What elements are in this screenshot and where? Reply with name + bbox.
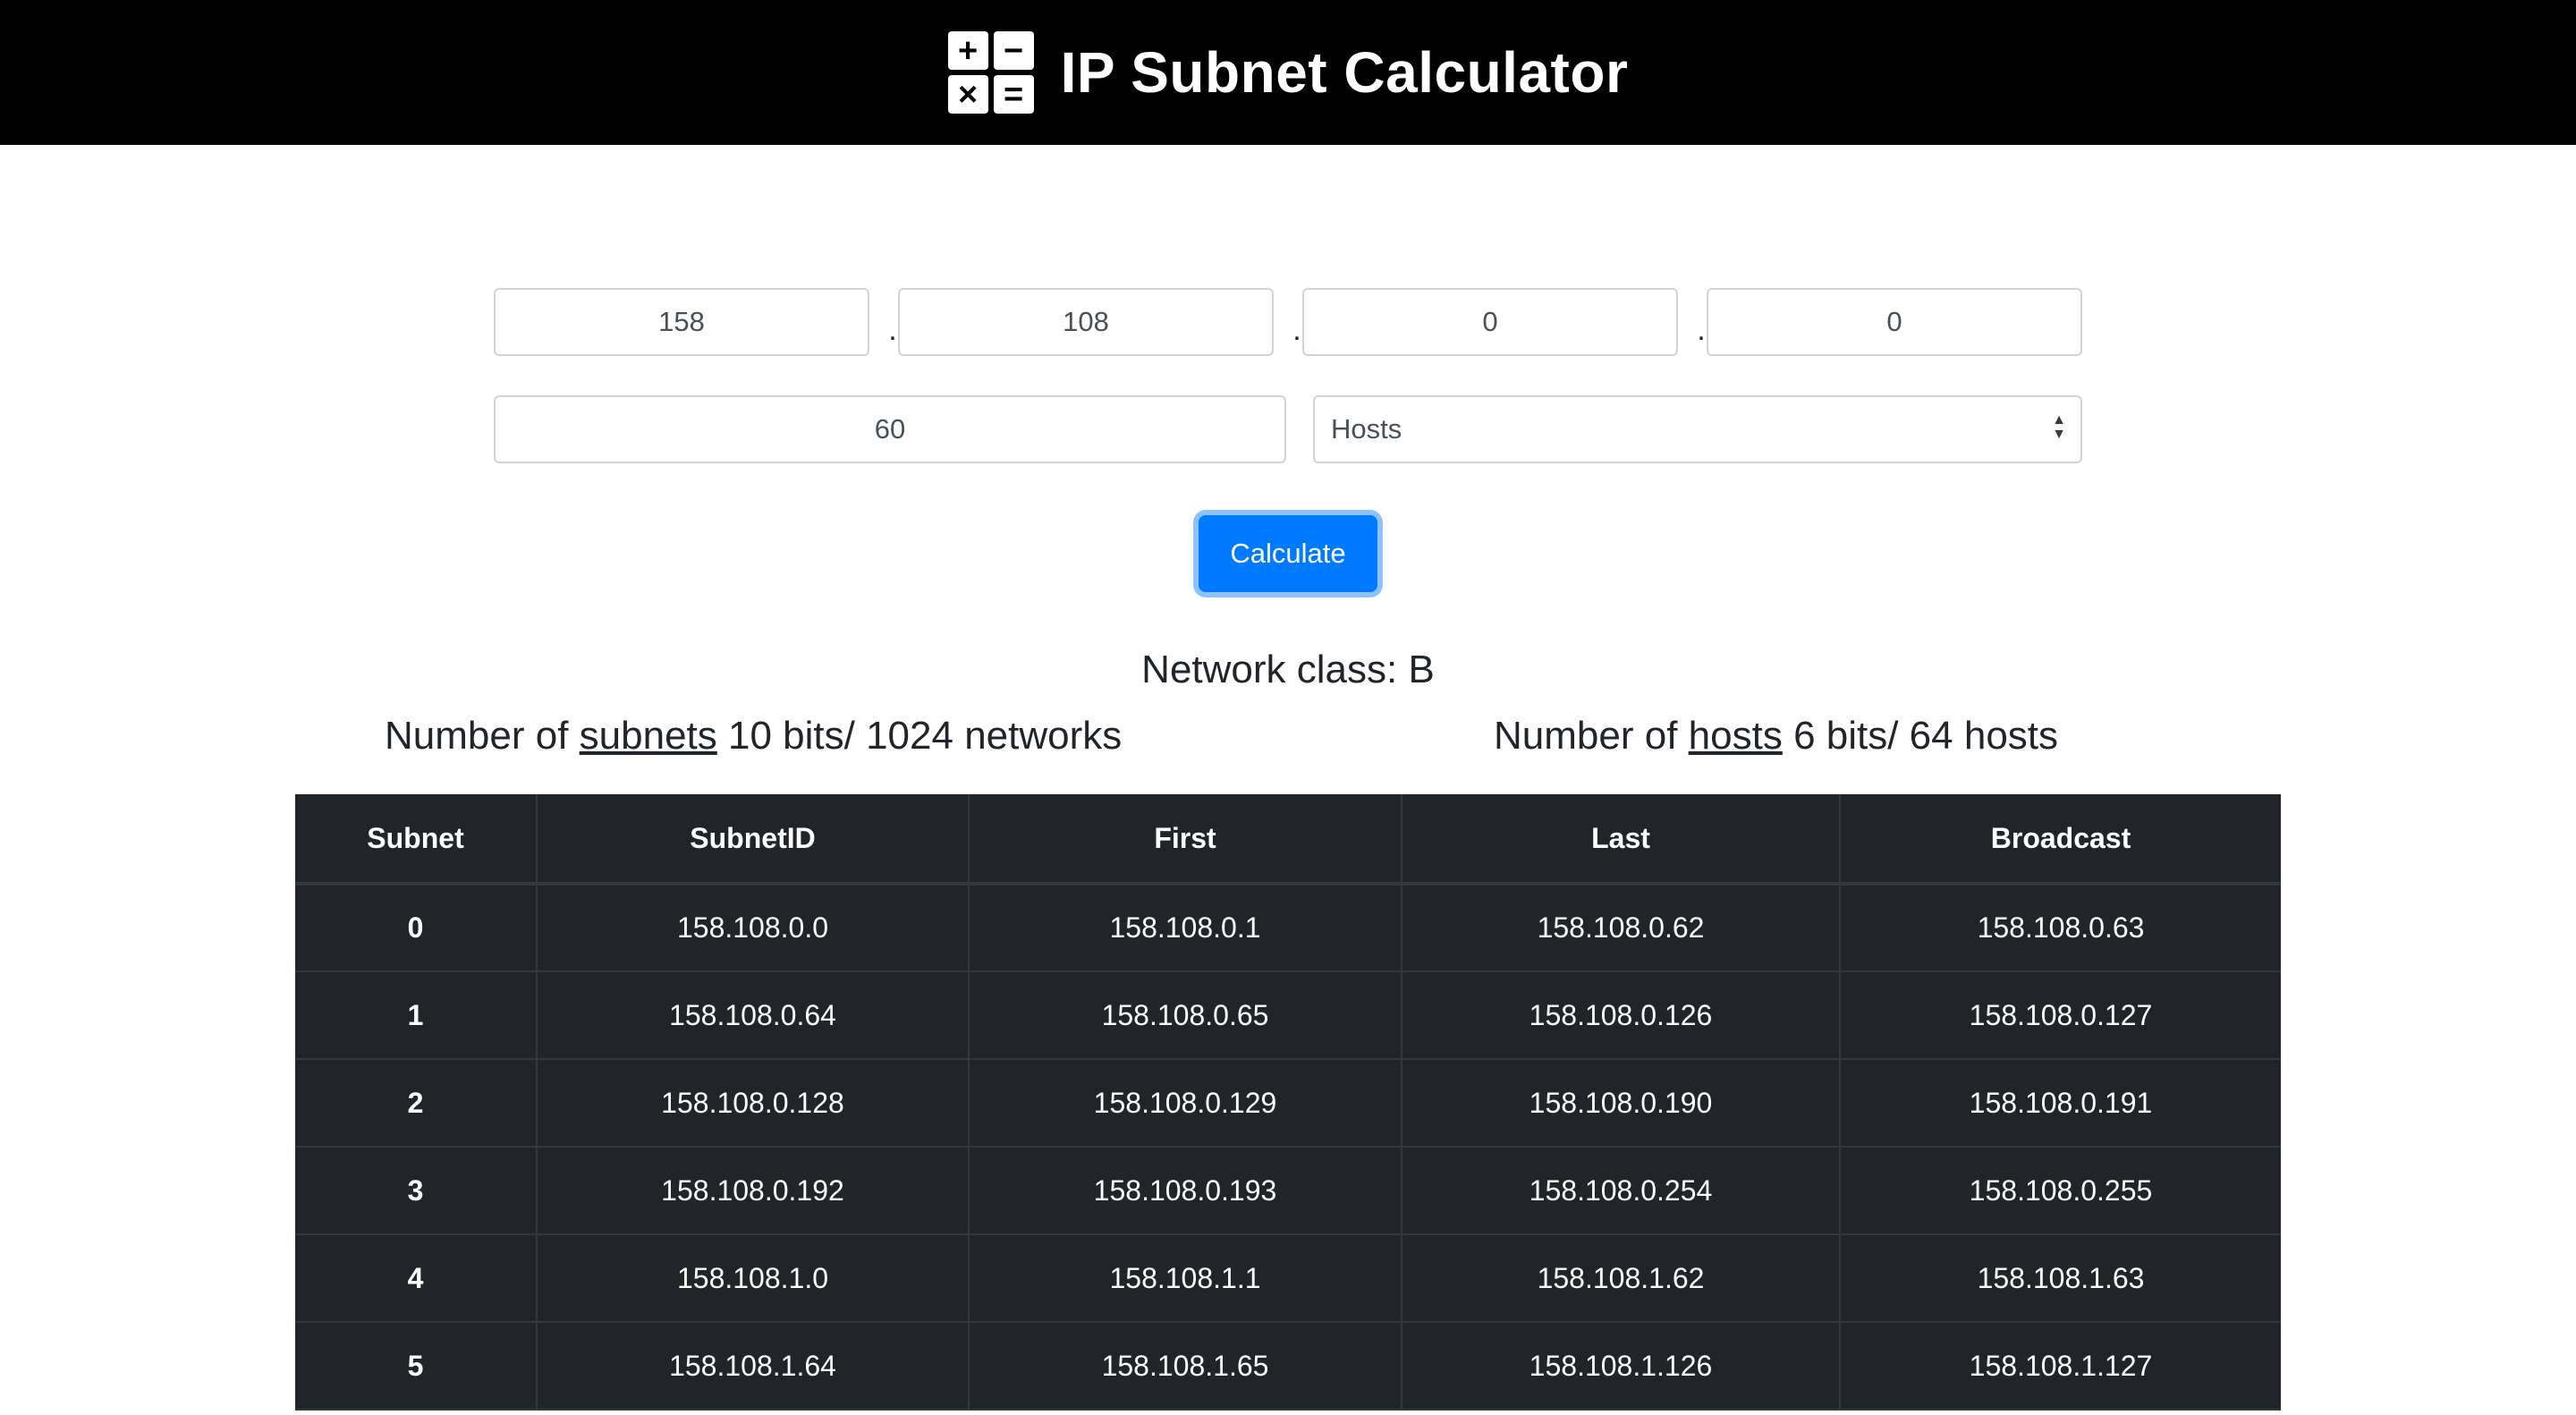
ip-octet-2-input[interactable] (898, 288, 1274, 356)
select-arrows-icon: ▲ ▼ (2052, 412, 2066, 442)
subnet-index-cell: 3 (295, 1147, 538, 1235)
ip-octet-4-input[interactable] (1707, 288, 2082, 356)
count-input[interactable] (494, 395, 1286, 463)
last-host-cell: 158.108.0.62 (1402, 884, 1841, 972)
subnet-id-cell: 158.108.0.64 (537, 971, 970, 1060)
ip-octet-3-input[interactable] (1302, 288, 1678, 356)
first-host-cell: 158.108.1.65 (969, 1322, 1402, 1411)
last-host-cell: 158.108.1.62 (1402, 1234, 1841, 1323)
subnet-index-cell: 4 (295, 1234, 538, 1323)
broadcast-cell: 158.108.0.63 (1840, 884, 2281, 972)
app-title: IP Subnet Calculator (1060, 40, 1629, 105)
hosts-link[interactable]: hosts (1689, 714, 1783, 758)
column-header-broadcast: Broadcast (1840, 794, 2281, 885)
broadcast-cell: 158.108.0.127 (1840, 971, 2281, 1060)
times-glyph: × (947, 75, 988, 114)
table-row: 4 158.108.1.0 158.108.1.1 158.108.1.62 1… (295, 1234, 2281, 1323)
subnet-index-cell: 2 (295, 1059, 538, 1148)
first-host-cell: 158.108.0.65 (969, 971, 1402, 1060)
last-host-cell: 158.108.0.190 (1402, 1059, 1841, 1148)
table-row: 2 158.108.0.128 158.108.0.129 158.108.0.… (295, 1059, 2281, 1148)
mode-select-value: Hosts (1331, 413, 1402, 445)
table-row: 3 158.108.0.192 158.108.0.193 158.108.0.… (295, 1147, 2281, 1235)
plus-glyph: + (947, 31, 988, 70)
subnet-index-cell: 0 (295, 884, 538, 972)
subnet-id-cell: 158.108.1.64 (537, 1322, 970, 1411)
subnet-index-cell: 5 (295, 1322, 538, 1411)
subnet-id-cell: 158.108.0.0 (537, 884, 970, 972)
calculate-button[interactable]: Calculate (1199, 515, 1377, 592)
ip-octet-1-input[interactable] (494, 288, 869, 356)
app-header: + − × = IP Subnet Calculator (0, 0, 2576, 145)
last-host-cell: 158.108.0.254 (1402, 1147, 1841, 1235)
subnet-id-cell: 158.108.0.128 (537, 1059, 970, 1148)
first-host-cell: 158.108.0.193 (969, 1147, 1402, 1235)
broadcast-cell: 158.108.1.63 (1840, 1234, 2281, 1323)
subnet-table-container: Subnet SubnetID First Last Broadcast 0 1… (295, 794, 2281, 1411)
broadcast-cell: 158.108.1.127 (1840, 1322, 2281, 1411)
ip-address-row: . . . (494, 288, 2082, 356)
first-host-cell: 158.108.1.1 (969, 1234, 1402, 1323)
table-row: 0 158.108.0.0 158.108.0.1 158.108.0.62 1… (295, 884, 2281, 972)
minus-glyph: − (993, 31, 1034, 70)
broadcast-cell: 158.108.0.255 (1840, 1147, 2281, 1235)
column-header-subnetid: SubnetID (537, 794, 970, 885)
first-host-cell: 158.108.0.129 (969, 1059, 1402, 1148)
hosts-summary: Number of hosts 6 bits/ 64 hosts (1494, 714, 2058, 758)
subnet-index-cell: 1 (295, 971, 538, 1060)
hosts-prefix: Number of (1494, 714, 1678, 758)
broadcast-cell: 158.108.0.191 (1840, 1059, 2281, 1148)
column-header-first: First (969, 794, 1402, 885)
hosts-suffix: 6 bits/ 64 hosts (1793, 714, 2059, 758)
subnet-table: Subnet SubnetID First Last Broadcast 0 1… (295, 794, 2281, 1411)
table-header-row: Subnet SubnetID First Last Broadcast (295, 794, 2281, 885)
subnets-link[interactable]: subnets (580, 714, 717, 758)
equals-glyph: = (993, 75, 1034, 114)
subnet-id-cell: 158.108.0.192 (537, 1147, 970, 1235)
table-row: 1 158.108.0.64 158.108.0.65 158.108.0.12… (295, 971, 2281, 1060)
table-row: 5 158.108.1.64 158.108.1.65 158.108.1.12… (295, 1322, 2281, 1411)
last-host-cell: 158.108.0.126 (1402, 971, 1841, 1060)
calculator-icon: + − × = (947, 31, 1034, 114)
subnet-id-cell: 158.108.1.0 (537, 1234, 970, 1323)
subnets-prefix: Number of (385, 714, 569, 758)
subnets-summary: Number of subnets 10 bits/ 1024 networks (385, 714, 1122, 758)
column-header-last: Last (1402, 794, 1841, 885)
first-host-cell: 158.108.0.1 (969, 884, 1402, 972)
network-class-text: Network class: B (1141, 648, 1435, 691)
mode-select[interactable]: Hosts ▲ ▼ (1313, 395, 2082, 463)
column-header-subnet: Subnet (295, 794, 538, 885)
last-host-cell: 158.108.1.126 (1402, 1322, 1841, 1411)
subnets-suffix: 10 bits/ 1024 networks (728, 714, 1123, 758)
